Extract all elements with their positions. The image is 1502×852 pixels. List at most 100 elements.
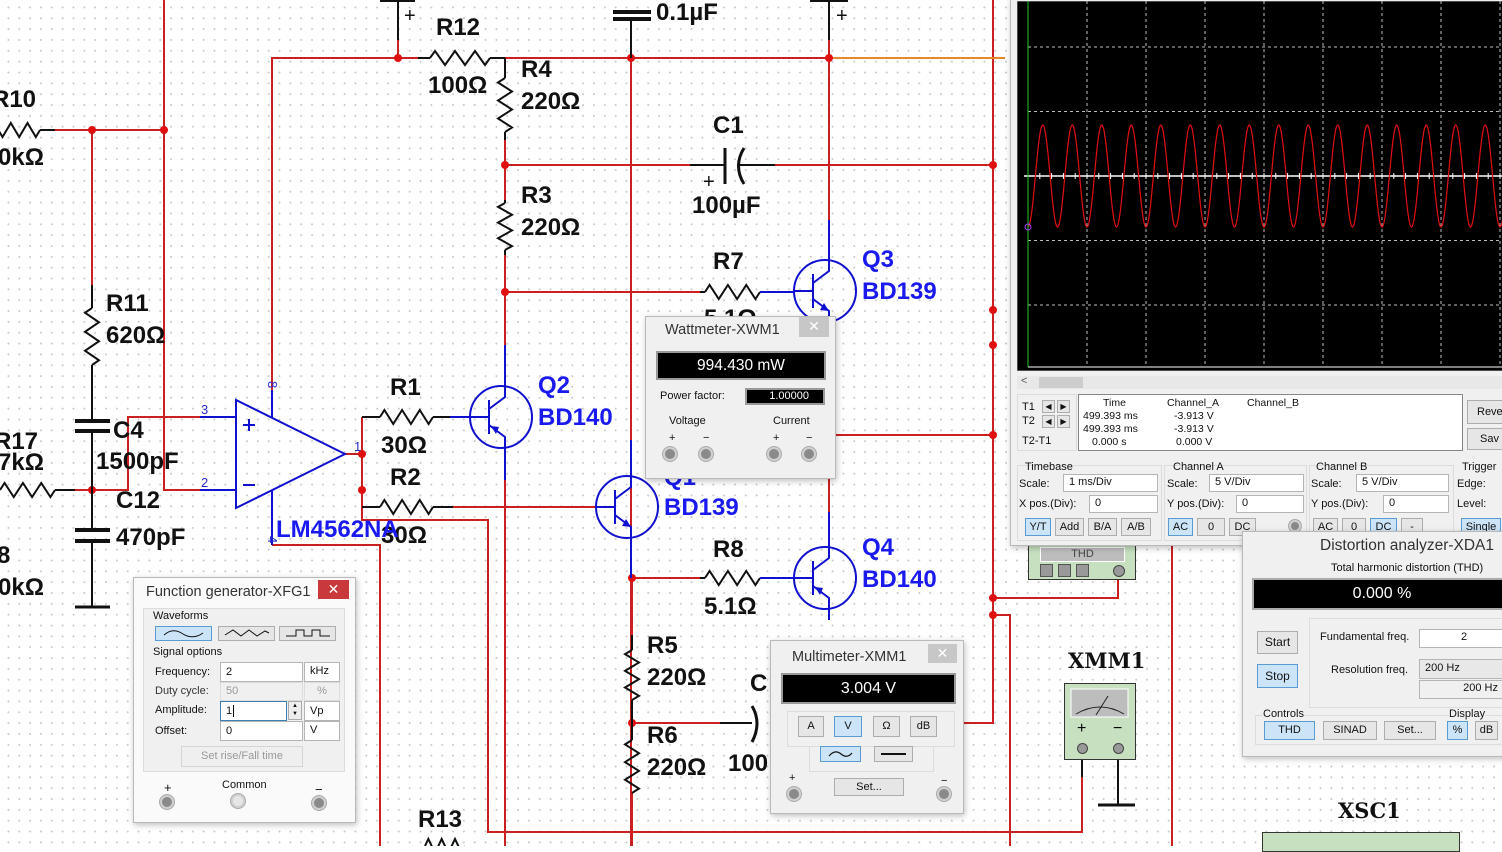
dc-coupling-button[interactable]: [874, 746, 913, 762]
scroll-thumb[interactable]: [1039, 377, 1083, 388]
xda-input-terminal[interactable]: [1113, 565, 1125, 577]
channel-a-ypos-input[interactable]: 0: [1236, 495, 1304, 513]
db-button[interactable]: dB: [1475, 721, 1498, 740]
wire: [271, 57, 418, 390]
junction-dot: [394, 54, 402, 62]
label-r7: R7: [713, 248, 744, 275]
ammeter-mode-button[interactable]: A: [798, 716, 824, 737]
frequency-unit[interactable]: kHz: [304, 662, 340, 682]
offset-input[interactable]: 0: [220, 721, 303, 741]
oscilloscope-window: < T1 T2 T2-T1 ◀ ▶ ◀ ▶ Time Channel_A Cha…: [1010, 0, 1502, 546]
start-button[interactable]: Start: [1257, 631, 1298, 654]
thd-display-label: Total harmonic distortion (THD): [1331, 562, 1484, 574]
label-r5-value: 220Ω: [647, 664, 706, 691]
channel-b-scale-label: Scale:: [1311, 478, 1342, 490]
amplitude-label: Amplitude:: [155, 704, 207, 716]
xpos-input[interactable]: 0: [1089, 495, 1158, 513]
plus-terminal[interactable]: [787, 787, 801, 801]
channel-a-zero-button[interactable]: 0: [1197, 518, 1225, 536]
text-caret: [233, 705, 235, 717]
plus-terminal[interactable]: [1077, 743, 1088, 754]
capacitor-c2-curved-plate: [750, 705, 759, 743]
stop-button[interactable]: Stop: [1257, 664, 1298, 688]
screen-background: [1017, 1, 1502, 371]
transistor-collector: [812, 260, 830, 284]
channel-a-ac-button[interactable]: AC: [1168, 518, 1193, 536]
minus-terminal[interactable]: [937, 787, 951, 801]
label-xmm1: XMM1: [1068, 648, 1145, 673]
percent-button[interactable]: %: [1447, 721, 1468, 740]
common-terminal[interactable]: [231, 794, 245, 808]
t1-left-arrow-button[interactable]: ◀: [1042, 400, 1055, 413]
reverse-button[interactable]: Reve: [1467, 400, 1502, 424]
sine-wave-button[interactable]: [155, 626, 212, 641]
label-r11: R11: [106, 290, 149, 317]
scroll-left-arrow-icon[interactable]: <: [1021, 375, 1027, 387]
junction-dot: [160, 126, 168, 134]
square-wave-button[interactable]: [279, 626, 336, 641]
horizontal-scrollbar[interactable]: <: [1017, 375, 1502, 389]
offset-unit[interactable]: V: [304, 721, 340, 741]
mode-ab-button[interactable]: A/B: [1121, 518, 1151, 536]
triangle-wave-button[interactable]: [218, 626, 275, 641]
resolution-freq-dropdown[interactable]: 200 Hz: [1419, 659, 1502, 679]
minus-terminal[interactable]: [312, 796, 326, 810]
mode-yt-button[interactable]: Y/T: [1025, 518, 1051, 536]
opamp-body: [235, 398, 348, 510]
oscilloscope-symbol[interactable]: [1262, 832, 1460, 852]
save-button[interactable]: Sav: [1467, 428, 1502, 450]
transistor-collector: [488, 386, 506, 410]
channel-b-scale-input[interactable]: 5 V/Div: [1356, 474, 1449, 492]
sinad-button[interactable]: SINAD: [1323, 721, 1377, 740]
amplitude-input[interactable]: 1: [220, 701, 287, 721]
t1-channel-a: -3.913 V: [1174, 410, 1214, 422]
thd-button[interactable]: THD: [1264, 721, 1315, 740]
timebase-scale-input[interactable]: 1 ms/Div: [1063, 474, 1158, 492]
t2-left-arrow-button[interactable]: ◀: [1042, 415, 1055, 428]
voltage-minus-terminal[interactable]: [699, 447, 713, 461]
junction-dot: [989, 341, 997, 349]
label-q4: Q4: [862, 534, 895, 561]
pin-4: 4: [265, 536, 280, 543]
junction-dot: [989, 611, 997, 619]
mode-add-button[interactable]: Add: [1055, 518, 1084, 536]
current-plus-terminal[interactable]: [767, 447, 781, 461]
set-button[interactable]: Set...: [1384, 721, 1436, 740]
plus-terminal[interactable]: [160, 795, 174, 809]
signal-options-label: Signal options: [153, 646, 223, 658]
t1-right-arrow-button[interactable]: ▶: [1057, 400, 1070, 413]
junction-dot: [989, 431, 997, 439]
label-q1-value: BD139: [664, 494, 739, 521]
multimeter-symbol[interactable]: + −: [1064, 683, 1136, 760]
set-button[interactable]: Set...: [834, 778, 904, 796]
close-button[interactable]: ✕: [928, 644, 957, 663]
minus-terminal[interactable]: [1113, 743, 1124, 754]
ohmmeter-mode-button[interactable]: Ω: [873, 716, 900, 737]
fundamental-freq-label: Fundamental freq.: [1320, 631, 1410, 643]
close-button[interactable]: ✕: [318, 580, 349, 599]
mode-ba-button[interactable]: B/A: [1088, 518, 1117, 536]
voltmeter-mode-button[interactable]: V: [834, 716, 862, 737]
close-button[interactable]: ✕: [799, 317, 829, 337]
fundamental-freq-input[interactable]: 2: [1419, 629, 1502, 648]
header-channel-b: Channel_B: [1247, 397, 1299, 409]
label-r11-value: 620Ω: [106, 322, 165, 349]
duty-cycle-unit: %: [304, 682, 340, 701]
label-r17-value: 7kΩ: [0, 449, 44, 476]
voltage-plus-terminal[interactable]: [663, 447, 677, 461]
channel-a-scale-input[interactable]: 5 V/Div: [1209, 474, 1304, 492]
frequency-input[interactable]: 2: [220, 662, 303, 682]
t2-channel-a: -3.913 V: [1174, 423, 1214, 435]
label-r8: R8: [713, 536, 744, 563]
channel-b-ypos-input[interactable]: 0: [1383, 495, 1449, 513]
junction-dot: [88, 126, 96, 134]
decibel-mode-button[interactable]: dB: [910, 716, 937, 737]
amplitude-unit[interactable]: Vp: [304, 701, 340, 721]
transistor-q2: [469, 385, 533, 449]
t2-right-arrow-button[interactable]: ▶: [1057, 415, 1070, 428]
label-r12-value: 100Ω: [428, 72, 487, 99]
amplitude-spinner[interactable]: ▲ ▼: [288, 701, 302, 720]
ac-coupling-button[interactable]: [820, 746, 861, 762]
channel-a-scale-label: Scale:: [1167, 478, 1198, 490]
current-minus-terminal[interactable]: [802, 447, 816, 461]
